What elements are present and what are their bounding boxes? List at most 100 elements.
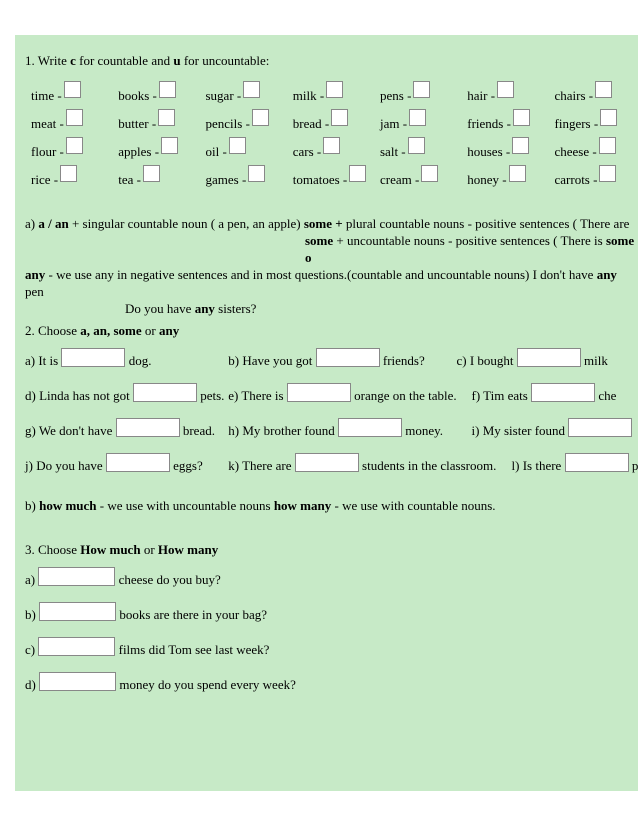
label: oil -	[206, 144, 227, 159]
text-bold: +	[335, 216, 346, 231]
input-box[interactable]	[39, 672, 116, 691]
text: 3. Choose	[25, 542, 80, 557]
input-box[interactable]	[61, 348, 125, 367]
input-box[interactable]	[64, 81, 81, 98]
input-box[interactable]	[159, 81, 176, 98]
text: pen	[25, 284, 44, 299]
text-bold: How much	[80, 542, 140, 557]
input-box[interactable]	[409, 109, 426, 126]
label: games -	[206, 172, 247, 187]
q2-block: a) It is dog. b) Have you got friends? c…	[25, 348, 638, 479]
input-box[interactable]	[599, 137, 616, 154]
label: fingers -	[555, 116, 599, 131]
input-box[interactable]	[497, 81, 514, 98]
text-bold: any	[25, 267, 45, 282]
text: students in the classroom.	[359, 458, 497, 473]
text-bold: a / an	[38, 216, 68, 231]
text: a)	[25, 216, 38, 231]
text: bread.	[180, 423, 215, 438]
label: meat -	[31, 116, 64, 131]
text: j) Do you have	[25, 458, 106, 473]
label: carrots -	[555, 172, 598, 187]
text-bold: How many	[158, 542, 218, 557]
input-box[interactable]	[106, 453, 170, 472]
label: milk -	[293, 88, 324, 103]
input-box[interactable]	[565, 453, 629, 472]
text-bold: any	[159, 323, 179, 338]
text: f) Tim eats	[472, 388, 532, 403]
input-box[interactable]	[568, 418, 632, 437]
input-box[interactable]	[600, 109, 617, 126]
input-box[interactable]	[326, 81, 343, 98]
input-box[interactable]	[252, 109, 269, 126]
input-box[interactable]	[531, 383, 595, 402]
input-box[interactable]	[39, 602, 116, 621]
label: butter -	[118, 116, 156, 131]
input-box[interactable]	[349, 165, 366, 182]
text: 2. Choose	[25, 323, 80, 338]
input-box[interactable]	[595, 81, 612, 98]
input-box[interactable]	[143, 165, 160, 182]
input-box[interactable]	[295, 453, 359, 472]
text: or	[142, 323, 159, 338]
text: d) Linda has not got	[25, 388, 133, 403]
input-box[interactable]	[66, 137, 83, 154]
input-box[interactable]	[316, 348, 380, 367]
input-box[interactable]	[133, 383, 197, 402]
input-box[interactable]	[512, 137, 529, 154]
input-box[interactable]	[287, 383, 351, 402]
text: - we use with uncountable nouns	[97, 498, 274, 513]
text: dog.	[125, 353, 151, 368]
input-box[interactable]	[413, 81, 430, 98]
input-box[interactable]	[116, 418, 180, 437]
text: che	[595, 388, 616, 403]
input-box[interactable]	[248, 165, 265, 182]
input-box[interactable]	[323, 137, 340, 154]
input-box[interactable]	[60, 165, 77, 182]
input-box[interactable]	[408, 137, 425, 154]
label: cars -	[293, 144, 322, 159]
input-box[interactable]	[161, 137, 178, 154]
text: b) Have you got	[228, 353, 315, 368]
input-box[interactable]	[509, 165, 526, 182]
label: rice -	[31, 172, 58, 187]
input-box[interactable]	[66, 109, 83, 126]
q3-title: 3. Choose How much or How many	[25, 542, 638, 558]
label: tomatoes -	[293, 172, 348, 187]
label: flour -	[31, 144, 64, 159]
text: - we use with countable nouns.	[331, 498, 495, 513]
input-box[interactable]	[331, 109, 348, 126]
text-bold: any	[597, 267, 617, 282]
input-box[interactable]	[338, 418, 402, 437]
q1-row: meat - butter - pencils - bread - jam - …	[31, 109, 638, 137]
text: milk	[581, 353, 608, 368]
input-box[interactable]	[158, 109, 175, 126]
input-box[interactable]	[421, 165, 438, 182]
input-box[interactable]	[38, 567, 115, 586]
input-box[interactable]	[229, 137, 246, 154]
q3-block: a) cheese do you buy? b) books are there…	[25, 567, 638, 698]
label: sugar -	[206, 88, 242, 103]
label: cheese -	[555, 144, 597, 159]
text: or	[141, 542, 158, 557]
input-box[interactable]	[243, 81, 260, 98]
text: b)	[25, 607, 39, 622]
q1-row: time - books - sugar - milk - pens - hai…	[31, 81, 638, 109]
label: time -	[31, 88, 62, 103]
hint-a: a) a / an + singular countable noun ( a …	[25, 215, 638, 317]
text: plural countable nouns - positive senten…	[346, 216, 630, 231]
hint-b: b) how much - we use with uncountable no…	[25, 497, 638, 514]
text: money do you spend every week?	[116, 677, 296, 692]
label: tea -	[118, 172, 141, 187]
text: pets.	[197, 388, 224, 403]
text: films did Tom see last week?	[115, 642, 269, 657]
input-box[interactable]	[517, 348, 581, 367]
input-box[interactable]	[513, 109, 530, 126]
text: cheese do you buy?	[115, 572, 220, 587]
input-box[interactable]	[38, 637, 115, 656]
worksheet: 1. Write c for countable and u for uncou…	[15, 35, 638, 791]
q1-grid: time - books - sugar - milk - pens - hai…	[31, 81, 638, 193]
text: for uncountable:	[181, 53, 270, 68]
label: apples -	[118, 144, 159, 159]
input-box[interactable]	[599, 165, 616, 182]
